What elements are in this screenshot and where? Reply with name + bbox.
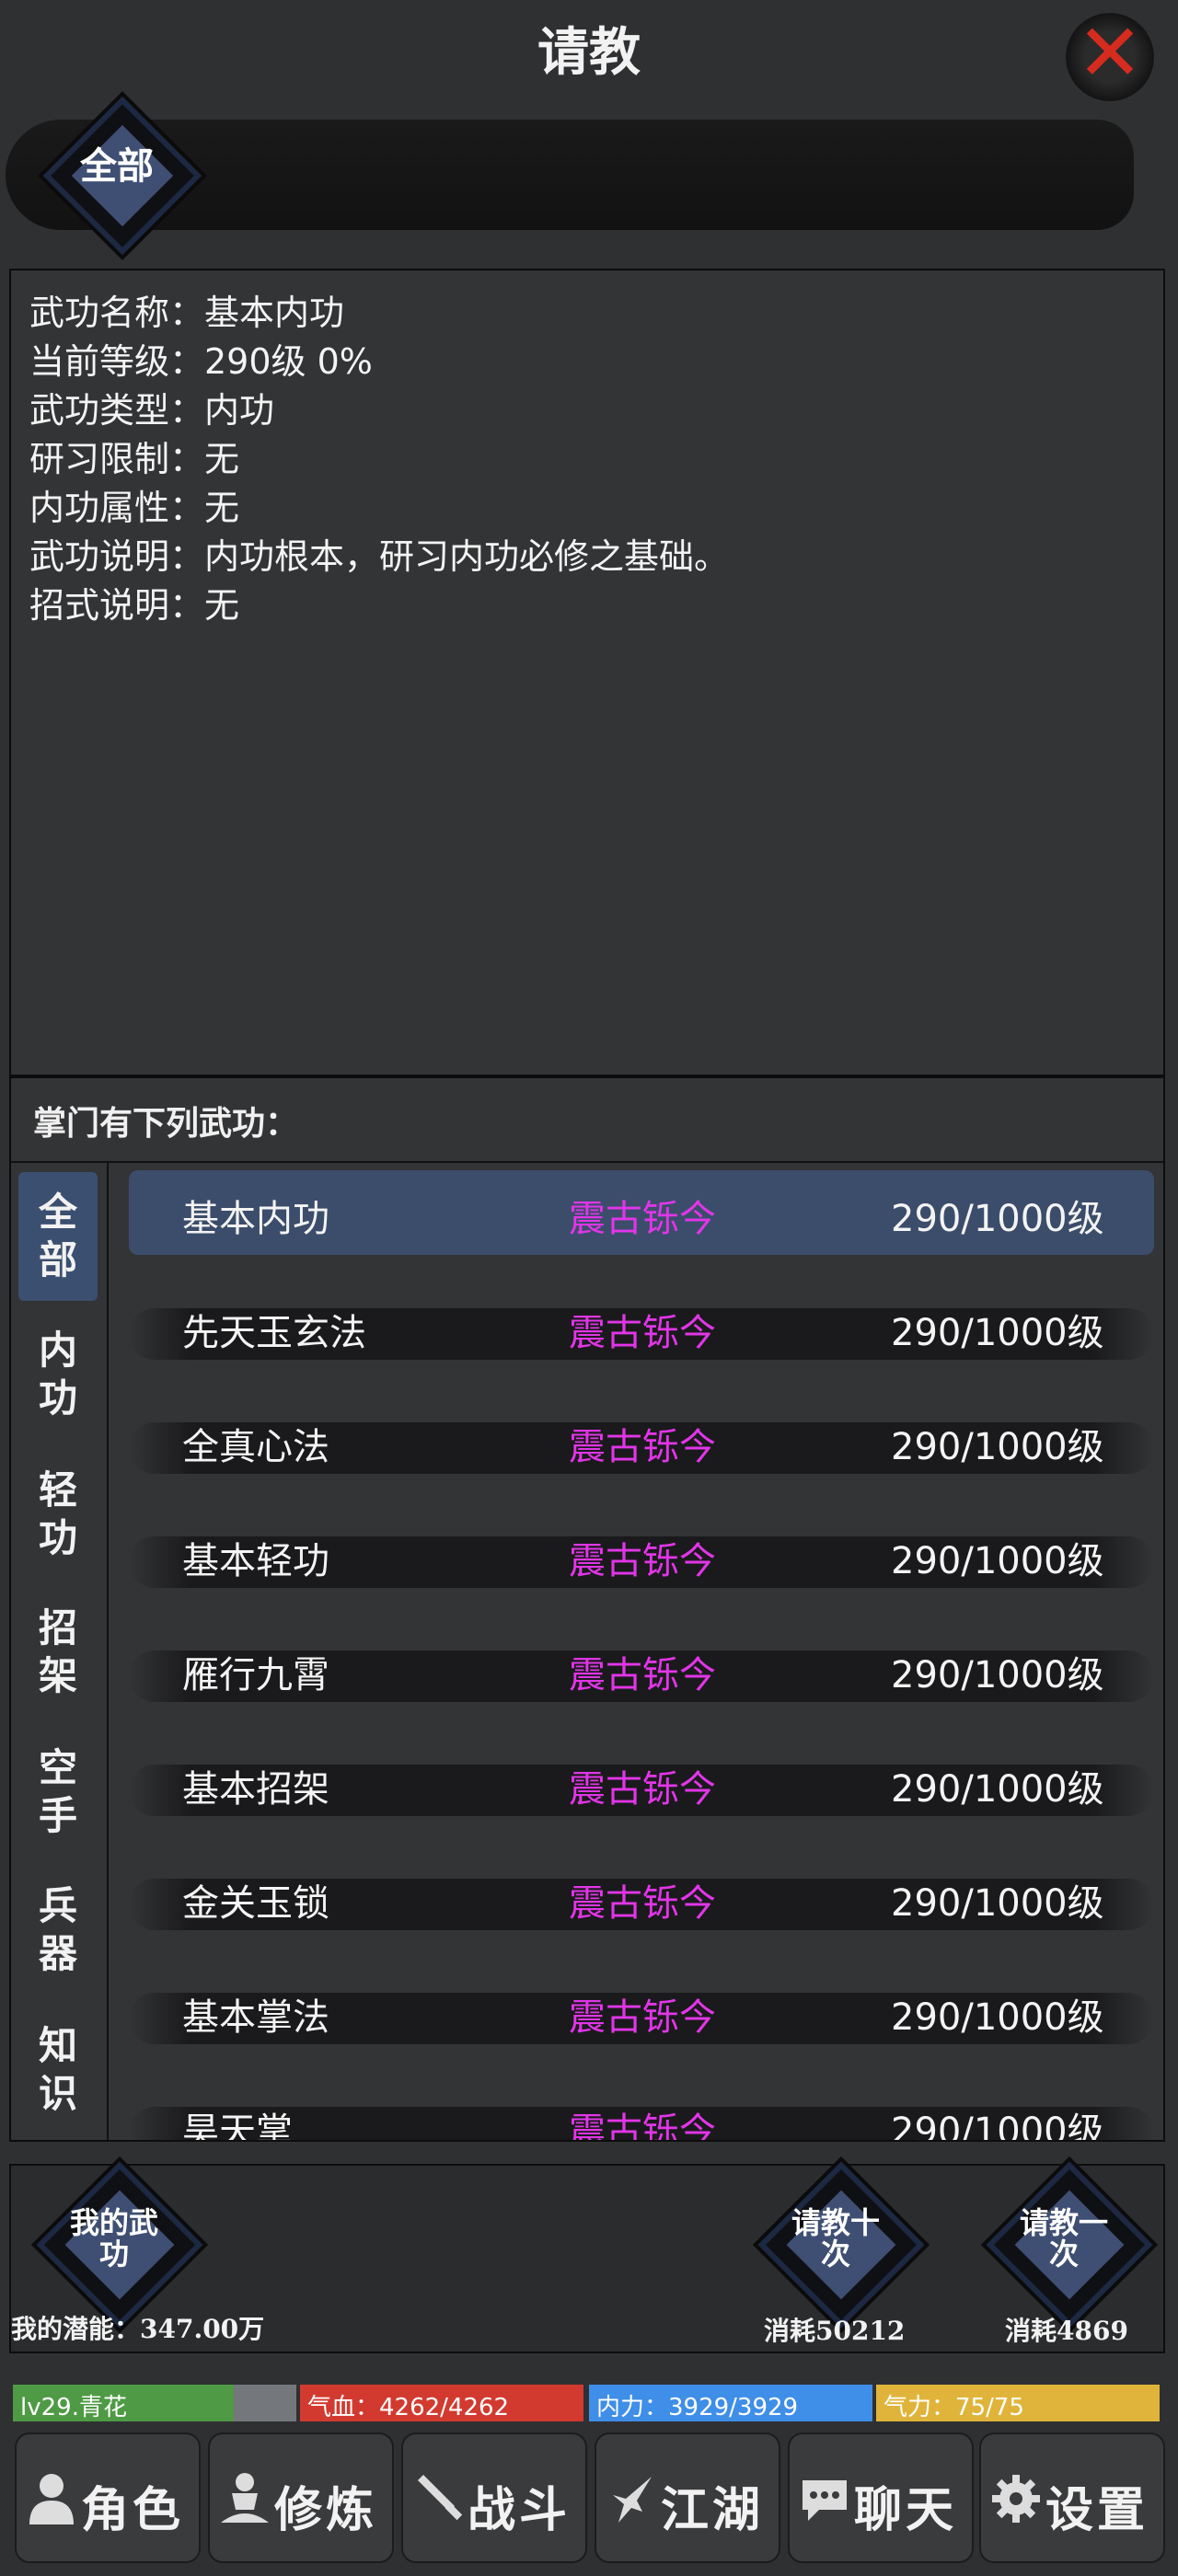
move-desc-line: 招式说明：无 bbox=[29, 585, 240, 626]
swallow-icon bbox=[613, 2477, 652, 2523]
page-title: 请教 bbox=[537, 22, 641, 83]
ask-once-label: 请教一次 bbox=[1019, 2205, 1108, 2271]
tab-all[interactable]: 全部 bbox=[18, 1172, 98, 1301]
nav-jianghu-button[interactable]: 江湖 bbox=[595, 2432, 780, 2563]
skill-row[interactable]: 基本轻功 震古铄今 290/1000级 bbox=[129, 1512, 1154, 1597]
ask-once-cost: 消耗4869 bbox=[1005, 2316, 1128, 2346]
skill-name-line: 武功名称：基本内功 bbox=[29, 293, 345, 333]
stamina-bar: 气力：75/75 bbox=[876, 2385, 1160, 2421]
skill-row[interactable]: 基本内功 震古铄今 290/1000级 bbox=[129, 1170, 1154, 1255]
tab-inner[interactable]: 内功 bbox=[18, 1310, 98, 1439]
meditate-icon bbox=[221, 2473, 269, 2523]
player-level-bar: lv29.青花 bbox=[13, 2385, 296, 2421]
inner-attr-line: 内功属性：无 bbox=[29, 488, 240, 528]
person-icon bbox=[29, 2474, 74, 2524]
nav-cultivate-button[interactable]: 修炼 bbox=[208, 2432, 394, 2563]
skill-level-line: 当前等级：290级 0% bbox=[29, 341, 373, 382]
tab-unarmed[interactable]: 空手 bbox=[18, 1728, 98, 1857]
ask-ten-cost: 消耗50212 bbox=[764, 2316, 906, 2346]
gear-icon bbox=[992, 2475, 1040, 2523]
category-tabs: 全部 内功 轻功 招架 空手 兵器 知识 bbox=[11, 1163, 109, 2140]
potential-text: 我的潜能：347.00万 bbox=[11, 2314, 265, 2344]
skill-row[interactable]: 金关玉锁 震古铄今 290/1000级 bbox=[129, 1855, 1154, 1939]
tab-knowledge[interactable]: 知识 bbox=[18, 2006, 98, 2134]
hp-bar: 气血：4262/4262 bbox=[300, 2385, 583, 2421]
skill-row[interactable]: 昊天掌 震古铄今 290/1000级 bbox=[129, 2083, 1154, 2140]
nav-role-button[interactable]: 角色 bbox=[15, 2432, 201, 2563]
title-bar: 请教 ✕ bbox=[0, 0, 1178, 101]
mp-bar: 内力：3929/3929 bbox=[589, 2385, 872, 2421]
nav-chat-button[interactable]: 聊天 bbox=[788, 2432, 974, 2563]
ask-ten-label: 请教十次 bbox=[791, 2205, 880, 2271]
tab-parry[interactable]: 招架 bbox=[18, 1588, 98, 1717]
tab-light[interactable]: 轻功 bbox=[18, 1450, 98, 1579]
close-button[interactable]: ✕ bbox=[1066, 7, 1154, 101]
nav-settings-button[interactable]: 设置 bbox=[979, 2432, 1165, 2563]
study-limit-line: 研习限制：无 bbox=[29, 439, 240, 479]
list-header: 掌门有下列武功： bbox=[33, 1104, 299, 1143]
my-skills-label: 我的武功 bbox=[69, 2205, 158, 2271]
skill-row[interactable]: 雁行九霄 震古铄今 290/1000级 bbox=[129, 1627, 1154, 1711]
nav-battle-button[interactable]: 战斗 bbox=[401, 2432, 587, 2563]
skill-list-panel: 掌门有下列武功： 全部 内功 轻功 招架 空手 兵器 知识 基本内功 震古铄今 29… bbox=[9, 1076, 1165, 2142]
sword-icon bbox=[418, 2475, 463, 2521]
skill-type-line: 武功类型：内功 bbox=[29, 390, 275, 431]
skill-row[interactable]: 全真心法 震古铄今 290/1000级 bbox=[129, 1398, 1154, 1483]
skill-row[interactable]: 基本掌法 震古铄今 290/1000级 bbox=[129, 1969, 1154, 2053]
skill-rows: 基本内功 震古铄今 290/1000级 先天玉玄法 震古铄今 290/1000级 全真心… bbox=[120, 1170, 1154, 2140]
tab-weapon[interactable]: 兵器 bbox=[18, 1866, 98, 1995]
skill-desc-line: 武功说明：内功根本，研习内功必修之基础。 bbox=[29, 536, 730, 577]
chat-bubble-icon bbox=[803, 2480, 847, 2521]
skill-info-panel: 武功名称：基本内功 当前等级：290级 0% 武功类型：内功 研习限制：无 内功… bbox=[9, 269, 1165, 1076]
filter-all-label: 全部 bbox=[80, 144, 154, 188]
skill-row[interactable]: 基本招架 震古铄今 290/1000级 bbox=[129, 1741, 1154, 1825]
divider bbox=[11, 1161, 1163, 1163]
close-icon: ✕ bbox=[1076, 7, 1144, 99]
skill-row[interactable]: 先天玉玄法 震古铄今 290/1000级 bbox=[129, 1284, 1154, 1369]
